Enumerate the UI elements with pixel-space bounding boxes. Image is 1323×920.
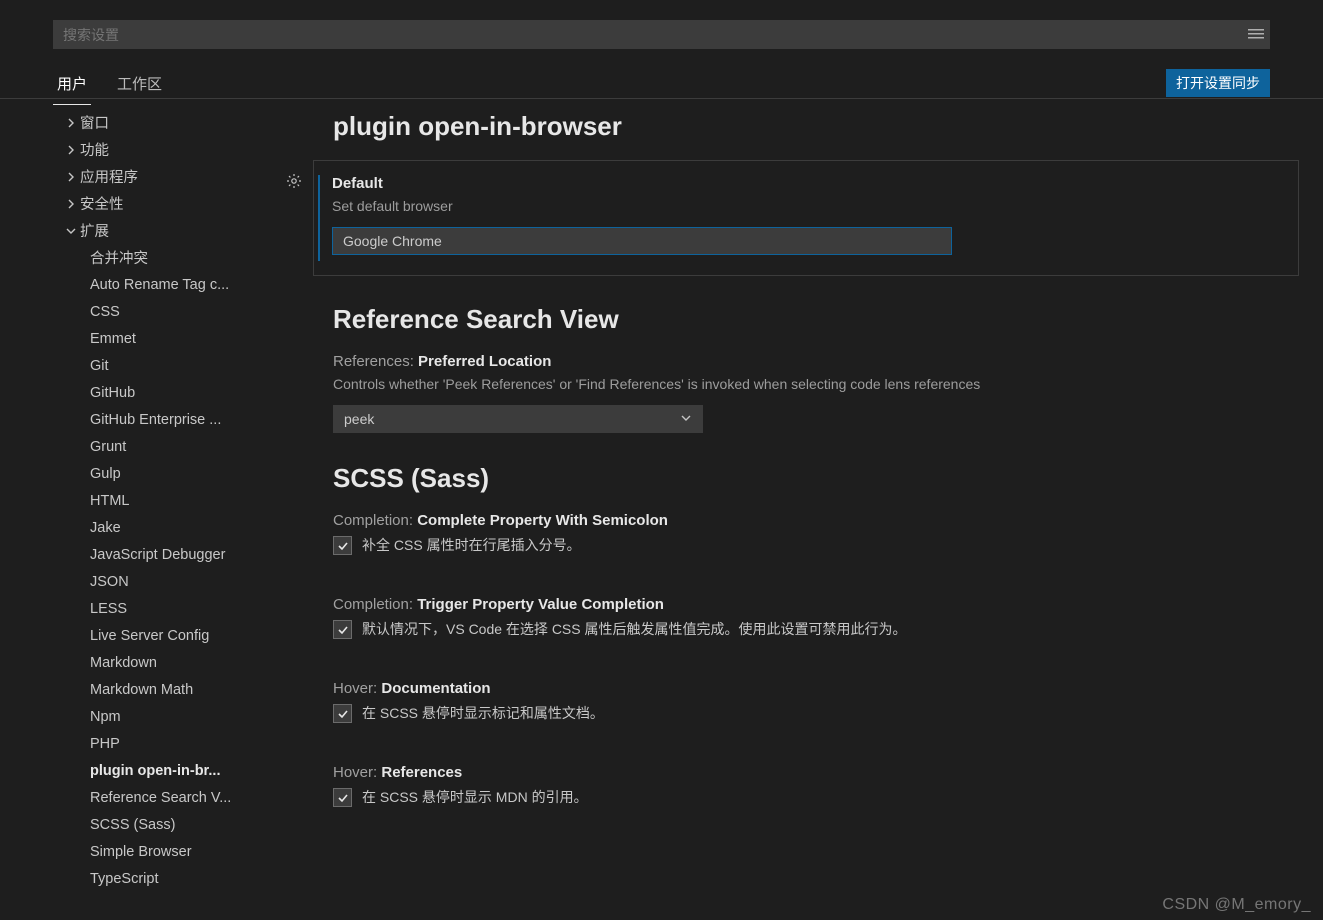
sidebar-ext-item[interactable]: LESS bbox=[90, 595, 275, 622]
section-title-refsearch: Reference Search View bbox=[333, 304, 1299, 335]
sidebar-extensions-list: 合并冲突Auto Rename Tag c...CSSEmmetGitGitHu… bbox=[62, 244, 275, 892]
sidebar-ext-item[interactable]: HTML bbox=[90, 487, 275, 514]
setting-prefix: Hover: bbox=[333, 680, 377, 697]
setting-description: Controls whether 'Peek References' or 'F… bbox=[333, 374, 1299, 395]
setting-name: Documentation bbox=[381, 680, 490, 697]
preferred-location-select[interactable]: peek bbox=[333, 405, 703, 433]
section-title-scss: SCSS (Sass) bbox=[333, 463, 1299, 494]
sidebar-group-label: 扩展 bbox=[80, 220, 109, 241]
sidebar-ext-item[interactable]: Markdown bbox=[90, 649, 275, 676]
checkbox-complete-semicolon[interactable] bbox=[333, 536, 352, 555]
setting-description: 在 SCSS 悬停时显示标记和属性文档。 bbox=[362, 703, 604, 724]
search-input[interactable] bbox=[53, 20, 1270, 49]
settings-tabs: 用户 工作区 打开设置同步 bbox=[0, 55, 1323, 99]
sidebar-ext-item[interactable]: JavaScript Debugger bbox=[90, 541, 275, 568]
checkbox-trigger-value[interactable] bbox=[333, 620, 352, 639]
sidebar-ext-item[interactable]: Markdown Math bbox=[90, 676, 275, 703]
setting-default-browser: Default Set default browser bbox=[313, 160, 1299, 276]
sidebar-ext-item[interactable]: Emmet bbox=[90, 325, 275, 352]
sidebar-ext-item[interactable]: Git bbox=[90, 352, 275, 379]
sidebar-ext-item[interactable]: GitHub bbox=[90, 379, 275, 406]
setting-name: Preferred Location bbox=[418, 353, 551, 370]
select-value: peek bbox=[344, 411, 374, 427]
setting-name: Trigger Property Value Completion bbox=[417, 596, 664, 613]
sidebar-ext-item[interactable]: Live Server Config bbox=[90, 622, 275, 649]
default-browser-input[interactable] bbox=[332, 227, 952, 255]
sidebar-group-features[interactable]: 功能 bbox=[62, 136, 275, 163]
setting-hover-documentation: Hover: Documentation 在 SCSS 悬停时显示标记和属性文档… bbox=[333, 680, 1299, 724]
sidebar-group-applications[interactable]: 应用程序 bbox=[62, 163, 275, 190]
checkbox-hover-doc[interactable] bbox=[333, 704, 352, 723]
sidebar-group-label: 安全性 bbox=[80, 193, 124, 214]
gear-icon[interactable] bbox=[286, 173, 302, 192]
setting-prefix: Completion: bbox=[333, 596, 413, 613]
sidebar-ext-item[interactable]: plugin open-in-br... bbox=[90, 757, 275, 784]
setting-trigger-value: Completion: Trigger Property Value Compl… bbox=[333, 596, 1299, 640]
sidebar-group-label: 功能 bbox=[80, 139, 109, 160]
setting-description: Set default browser bbox=[332, 196, 1280, 217]
section-title-plugin: plugin open-in-browser bbox=[333, 111, 1299, 142]
chevron-right-icon bbox=[62, 117, 80, 129]
sidebar-ext-item[interactable]: Simple Browser bbox=[90, 838, 275, 865]
setting-name: References bbox=[381, 764, 462, 781]
sidebar-ext-item[interactable]: 合并冲突 bbox=[90, 244, 275, 271]
setting-description: 在 SCSS 悬停时显示 MDN 的引用。 bbox=[362, 787, 588, 808]
settings-content: plugin open-in-browser Default Set defau… bbox=[275, 99, 1323, 920]
setting-prefix: Hover: bbox=[333, 764, 377, 781]
sidebar-ext-item[interactable]: JSON bbox=[90, 568, 275, 595]
setting-description: 补全 CSS 属性时在行尾插入分号。 bbox=[362, 535, 581, 556]
sidebar-ext-item[interactable]: GitHub Enterprise ... bbox=[90, 406, 275, 433]
search-row bbox=[0, 0, 1323, 49]
setting-description: 默认情况下，VS Code 在选择 CSS 属性后触发属性值完成。使用此设置可禁… bbox=[362, 619, 907, 640]
sidebar-ext-item[interactable]: CSS bbox=[90, 298, 275, 325]
checkbox-hover-ref[interactable] bbox=[333, 788, 352, 807]
setting-complete-semicolon: Completion: Complete Property With Semic… bbox=[333, 512, 1299, 556]
setting-label: Default bbox=[332, 175, 383, 192]
sidebar-ext-item[interactable]: SCSS (Sass) bbox=[90, 811, 275, 838]
setting-name: Complete Property With Semicolon bbox=[417, 512, 668, 529]
setting-preferred-location: References: Preferred Location Controls … bbox=[333, 353, 1299, 433]
sidebar-group-label: 应用程序 bbox=[80, 166, 138, 187]
open-settings-sync-button[interactable]: 打开设置同步 bbox=[1166, 69, 1270, 97]
sidebar-ext-item[interactable]: Grunt bbox=[90, 433, 275, 460]
setting-hover-references: Hover: References 在 SCSS 悬停时显示 MDN 的引用。 bbox=[333, 764, 1299, 808]
sidebar-ext-item[interactable]: Auto Rename Tag c... bbox=[90, 271, 275, 298]
sidebar-ext-item[interactable]: Npm bbox=[90, 703, 275, 730]
sidebar-ext-item[interactable]: Reference Search V... bbox=[90, 784, 275, 811]
chevron-down-icon bbox=[680, 411, 692, 427]
sidebar-group-extensions[interactable]: 扩展 bbox=[62, 217, 275, 244]
setting-prefix: References: bbox=[333, 353, 414, 370]
sidebar-ext-item[interactable]: Jake bbox=[90, 514, 275, 541]
setting-prefix: Completion: bbox=[333, 512, 413, 529]
sidebar-group-security[interactable]: 安全性 bbox=[62, 190, 275, 217]
sidebar-group-label: 窗口 bbox=[80, 112, 109, 133]
settings-sidebar: 窗口 功能 应用程序 安全性 bbox=[0, 99, 275, 920]
sidebar-ext-item[interactable]: Gulp bbox=[90, 460, 275, 487]
chevron-right-icon bbox=[62, 144, 80, 156]
chevron-down-icon bbox=[62, 225, 80, 237]
sidebar-group-window[interactable]: 窗口 bbox=[62, 109, 275, 136]
chevron-right-icon bbox=[62, 171, 80, 183]
sidebar-ext-item[interactable]: TypeScript bbox=[90, 865, 275, 892]
sidebar-ext-item[interactable]: PHP bbox=[90, 730, 275, 757]
modified-indicator bbox=[318, 175, 320, 261]
chevron-right-icon bbox=[62, 198, 80, 210]
